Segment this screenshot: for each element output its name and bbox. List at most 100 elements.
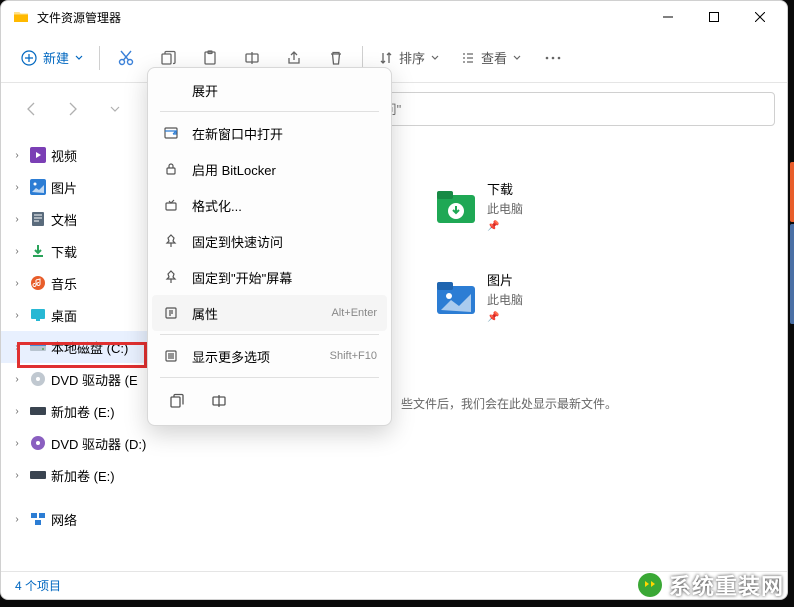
sidebar: › 视频 › 图片 › 文档 › 下载 › 音乐: [1, 135, 161, 571]
pin-icon: 📌: [487, 312, 523, 323]
sidebar-label: 图片: [51, 178, 153, 197]
sidebar-item-pictures[interactable]: › 图片: [1, 171, 161, 203]
watermark-logo-icon: [637, 572, 663, 598]
sidebar-label: 新加卷 (E:): [51, 402, 153, 421]
sidebar-item-documents[interactable]: › 文档: [1, 203, 161, 235]
folder-pictures-icon: [435, 276, 477, 318]
view-button[interactable]: 查看: [451, 40, 531, 76]
network-icon: [29, 510, 47, 528]
folder-item-downloads[interactable]: 下载 此电脑 📌: [431, 175, 767, 236]
rename-action-button[interactable]: [200, 385, 238, 417]
edge-indicator: [790, 224, 794, 324]
folder-item-pictures[interactable]: 图片 此电脑 📌: [431, 266, 767, 327]
new-window-icon: [162, 124, 180, 142]
chevron-right-icon: ›: [9, 310, 25, 321]
disk-icon: [29, 402, 47, 420]
app-icon: [13, 9, 29, 25]
separator: [99, 46, 100, 70]
sidebar-item-network[interactable]: › 网络: [1, 503, 161, 535]
menu-expand[interactable]: 展开: [152, 72, 387, 108]
sidebar-label: 下载: [51, 242, 153, 261]
shortcut-label: Shift+F10: [330, 350, 377, 362]
dvd-icon: [29, 434, 47, 452]
item-grid: 下载 此电脑 📌 图片 此电脑 📌: [431, 175, 767, 327]
menu-bitlocker[interactable]: 启用 BitLocker: [152, 151, 387, 187]
sort-label: 排序: [399, 48, 425, 67]
folder-downloads-icon: [435, 185, 477, 227]
back-button[interactable]: [13, 91, 49, 127]
file-explorer-window: 文件资源管理器 新建 排序 查看: [0, 0, 788, 600]
format-icon: [162, 196, 180, 214]
sidebar-item-music[interactable]: › 音乐: [1, 267, 161, 299]
minimize-button[interactable]: [645, 1, 691, 33]
titlebar: 文件资源管理器: [1, 1, 787, 33]
title-left: 文件资源管理器: [13, 9, 645, 26]
sidebar-label: 网络: [51, 510, 153, 529]
item-count: 4 个项目: [15, 577, 61, 594]
menu-more-options[interactable]: 显示更多选项 Shift+F10: [152, 338, 387, 374]
pictures-icon: [29, 178, 47, 196]
sidebar-item-volume-e[interactable]: › 新加卷 (E:): [1, 395, 161, 427]
recent-button[interactable]: [97, 91, 133, 127]
menu-separator: [160, 111, 379, 112]
menu-separator: [160, 334, 379, 335]
chevron-right-icon: ›: [9, 214, 25, 225]
item-text: 下载 此电脑 📌: [487, 179, 523, 232]
documents-icon: [29, 210, 47, 228]
item-text: 图片 此电脑 📌: [487, 270, 523, 323]
chevron-right-icon: ›: [9, 182, 25, 193]
forward-button[interactable]: [55, 91, 91, 127]
chevron-right-icon: ›: [9, 150, 25, 161]
chevron-right-icon: ›: [9, 246, 25, 257]
cut-button[interactable]: [106, 40, 146, 76]
edge-indicator: [790, 162, 794, 222]
chevron-right-icon: ›: [9, 374, 25, 385]
menu-pin-start[interactable]: 固定到"开始"屏幕: [152, 259, 387, 295]
sidebar-item-volume-e-2[interactable]: › 新加卷 (E:): [1, 459, 161, 491]
menu-separator: [160, 377, 379, 378]
view-label: 查看: [481, 48, 507, 67]
item-sub: 此电脑: [487, 200, 523, 217]
sidebar-item-desktop[interactable]: › 桌面: [1, 299, 161, 331]
menu-pin-quick[interactable]: 固定到快速访问: [152, 223, 387, 259]
menu-format[interactable]: 格式化...: [152, 187, 387, 223]
sidebar-label: 文档: [51, 210, 153, 229]
menu-new-window[interactable]: 在新窗口中打开: [152, 115, 387, 151]
toolbar: 新建 排序 查看: [1, 33, 787, 83]
sidebar-item-videos[interactable]: › 视频: [1, 139, 161, 171]
maximize-button[interactable]: [691, 1, 737, 33]
close-button[interactable]: [737, 1, 783, 33]
address-bar-area: [1, 83, 787, 135]
pin-icon: [162, 232, 180, 250]
downloads-icon: [29, 242, 47, 260]
sidebar-item-dvd-e[interactable]: › DVD 驱动器 (E: [1, 363, 161, 395]
separator: [362, 46, 363, 70]
sidebar-item-dvd-d[interactable]: › DVD 驱动器 (D:): [1, 427, 161, 459]
item-sub: 此电脑: [487, 291, 523, 308]
chevron-right-icon: ›: [9, 514, 25, 525]
new-button[interactable]: 新建: [11, 40, 93, 76]
sidebar-label: 视频: [51, 146, 153, 165]
item-name: 图片: [487, 270, 523, 289]
disk-icon: [29, 466, 47, 484]
watermark-text: 系统重装网: [669, 569, 784, 601]
copy-action-button[interactable]: [158, 385, 196, 417]
disk-icon: [29, 338, 47, 356]
menu-properties[interactable]: 属性 Alt+Enter: [152, 295, 387, 331]
pin-start-icon: [162, 268, 180, 286]
chevron-right-icon: ›: [9, 438, 25, 449]
sidebar-label: DVD 驱动器 (E: [51, 370, 153, 389]
new-label: 新建: [43, 48, 69, 67]
menu-bottom-row: [152, 381, 387, 421]
shortcut-label: Alt+Enter: [331, 307, 377, 319]
video-icon: [29, 146, 47, 164]
chevron-right-icon: ›: [9, 342, 25, 353]
sidebar-label: 桌面: [51, 306, 153, 325]
sidebar-item-downloads[interactable]: › 下载: [1, 235, 161, 267]
sidebar-label: 音乐: [51, 274, 153, 293]
more-button[interactable]: [533, 40, 573, 76]
chevron-right-icon: ›: [9, 278, 25, 289]
sidebar-item-local-disk-c[interactable]: › 本地磁盘 (C:): [1, 331, 161, 363]
more-icon: [162, 347, 180, 365]
window-controls: [645, 1, 783, 33]
